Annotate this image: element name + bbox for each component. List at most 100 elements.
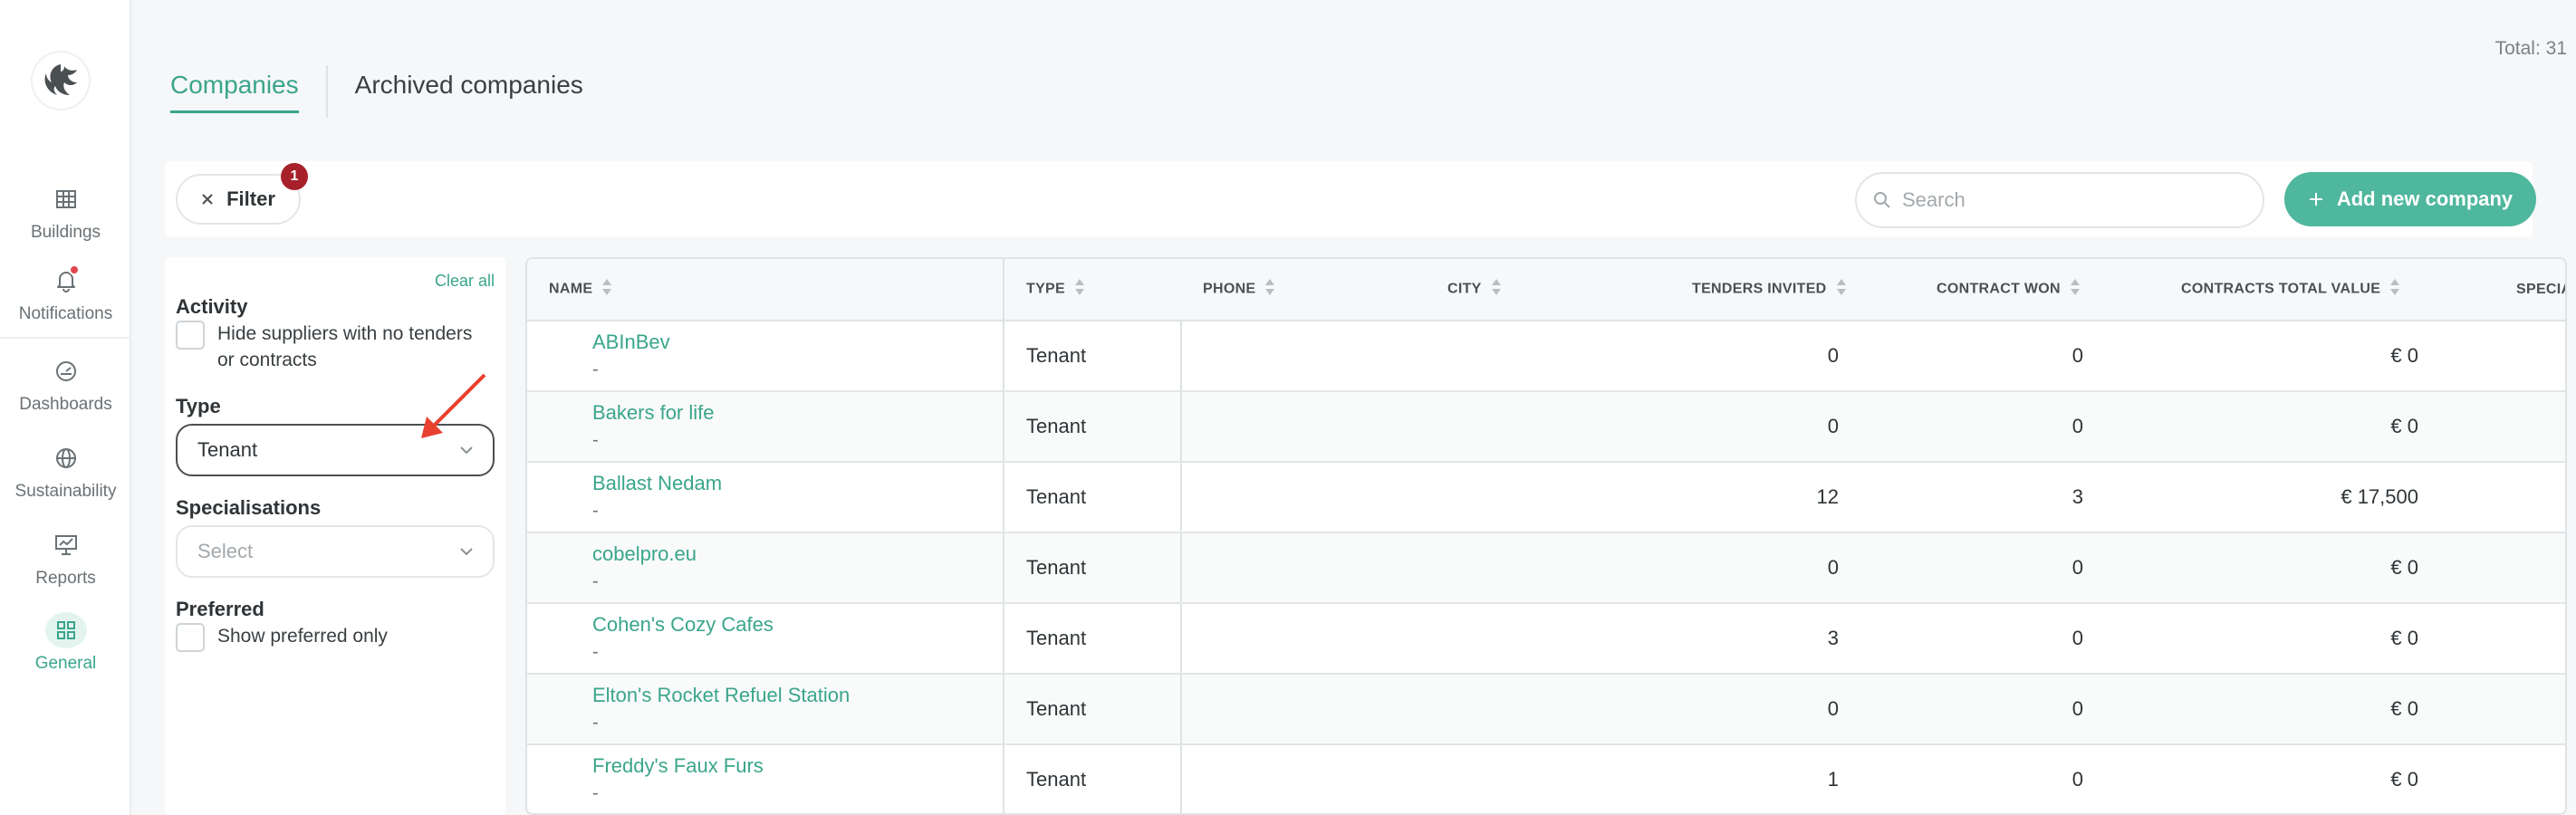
company-name-link[interactable]: Elton's Rocket Refuel Station <box>592 683 1003 708</box>
sort-icon[interactable] <box>1074 277 1085 302</box>
city-cell <box>1426 674 1670 745</box>
contracts-value-cell: € 0 <box>2159 603 2494 675</box>
contract-won-cell: 0 <box>1915 391 2159 463</box>
annotation-arrow-icon <box>421 373 486 438</box>
sidebar-item-sustainability[interactable]: Sustainability <box>0 440 131 502</box>
close-icon[interactable] <box>201 193 214 206</box>
hide-suppliers-checkbox[interactable] <box>176 321 205 350</box>
sidebar-item-reports[interactable]: Reports <box>0 527 131 589</box>
specialisations-cell <box>2494 462 2565 533</box>
name-cell: ABInBev - <box>527 321 1004 392</box>
city-cell <box>1426 391 1670 463</box>
column-header-contract-won[interactable]: CONTRACT WON <box>1915 259 2159 321</box>
sort-icon[interactable] <box>1491 277 1502 302</box>
tenders-invited-cell: 0 <box>1670 391 1915 463</box>
tenders-invited-cell: 1 <box>1670 744 1915 813</box>
sort-icon[interactable] <box>2389 277 2400 302</box>
search-input[interactable] <box>1902 188 2246 212</box>
type-cell: Tenant <box>1004 532 1182 604</box>
sidebar-item-label: Notifications <box>18 304 113 323</box>
company-name-link[interactable]: Cohen's Cozy Cafes <box>592 612 1003 638</box>
phone-cell <box>1181 391 1426 463</box>
contracts-value-cell: € 0 <box>2159 674 2494 745</box>
company-name-link[interactable]: cobelpro.eu <box>592 542 1003 567</box>
phone-cell <box>1181 321 1426 392</box>
company-subtitle: - <box>592 642 599 662</box>
table-header-row: NAME TYPE PHONE CITY TENDERS INVITED CON… <box>527 259 2565 321</box>
contract-won-cell: 0 <box>1915 603 2159 675</box>
search-icon <box>1874 192 1890 208</box>
sort-icon[interactable] <box>1836 277 1847 302</box>
company-name-link[interactable]: ABInBev <box>592 330 1003 355</box>
contracts-value-cell: € 0 <box>2159 391 2494 463</box>
phone-cell <box>1181 462 1426 533</box>
sidebar-item-label: Sustainability <box>14 482 117 501</box>
contracts-value-cell: € 0 <box>2159 321 2494 392</box>
specialisations-cell <box>2494 744 2565 813</box>
search-box[interactable] <box>1855 172 2264 228</box>
table-row[interactable]: cobelpro.eu - Tenant 0 0 € 0 <box>527 532 2565 604</box>
sidebar-item-label: Reports <box>35 569 96 588</box>
tab-bar: Companies Archived companies <box>170 65 583 118</box>
add-company-button[interactable]: Add new company <box>2284 172 2536 226</box>
column-header-name[interactable]: NAME <box>527 259 1004 321</box>
specialisations-cell <box>2494 391 2565 463</box>
buildings-icon <box>45 181 87 217</box>
specialisations-select-placeholder: Select <box>197 540 254 562</box>
sidebar-item-dashboards[interactable]: Dashboards <box>0 353 131 415</box>
tab-archived-companies[interactable]: Archived companies <box>355 71 583 110</box>
sidebar-item-buildings[interactable]: Buildings <box>0 181 131 243</box>
sort-icon[interactable] <box>2070 277 2081 302</box>
specialisations-select[interactable]: Select <box>176 525 495 578</box>
company-subtitle: - <box>592 713 599 733</box>
name-cell: Bakers for life - <box>527 391 1004 463</box>
contracts-value-cell: € 17,500 <box>2159 462 2494 533</box>
preferred-heading: Preferred <box>176 598 264 620</box>
app-logo[interactable] <box>33 53 89 109</box>
contracts-value-cell: € 0 <box>2159 532 2494 604</box>
specialisations-heading: Specialisations <box>176 496 322 519</box>
company-subtitle: - <box>592 501 599 521</box>
filter-panel: Clear all Activity Hide suppliers with n… <box>165 257 505 815</box>
chevron-down-icon <box>460 548 473 556</box>
table-row[interactable]: Bakers for life - Tenant 0 0 € 0 <box>527 391 2565 463</box>
table-row[interactable]: Ballast Nedam - Tenant 12 3 € 17,500 <box>527 462 2565 533</box>
tenders-invited-cell: 0 <box>1670 532 1915 604</box>
globe-icon <box>45 440 87 476</box>
add-company-label: Add new company <box>2336 187 2514 210</box>
type-cell: Tenant <box>1004 603 1182 675</box>
preferred-checkbox-row[interactable]: Show preferred only <box>176 623 388 652</box>
table-row[interactable]: Elton's Rocket Refuel Station - Tenant 0 … <box>527 674 2565 745</box>
table-row[interactable]: Freddy's Faux Furs - Tenant 1 0 € 0 <box>527 744 2565 813</box>
column-header-contracts-total-value[interactable]: CONTRACTS TOTAL VALUE <box>2159 259 2494 321</box>
sidebar-item-general[interactable]: General <box>0 612 131 674</box>
phone-cell <box>1181 532 1426 604</box>
sidebar: Buildings Notifications Dashboards Susta… <box>0 0 131 815</box>
chevron-down-icon <box>460 446 473 455</box>
company-subtitle: - <box>592 360 599 379</box>
activity-checkbox-row[interactable]: Hide suppliers with no tenders or contra… <box>176 321 484 373</box>
company-name-link[interactable]: Bakers for life <box>592 400 1003 426</box>
filter-count-badge: 1 <box>281 163 308 190</box>
column-header-specialisations[interactable]: SPECIA <box>2494 259 2565 321</box>
tab-companies[interactable]: Companies <box>170 71 299 113</box>
company-name-link[interactable]: Ballast Nedam <box>592 471 1003 496</box>
sidebar-item-notifications[interactable]: Notifications <box>0 263 131 324</box>
company-subtitle: - <box>592 571 599 591</box>
table-row[interactable]: ABInBev - Tenant 0 0 € 0 <box>527 321 2565 392</box>
preferred-checkbox[interactable] <box>176 623 205 652</box>
table-row[interactable]: Cohen's Cozy Cafes - Tenant 3 0 € 0 <box>527 603 2565 675</box>
company-name-link[interactable]: Freddy's Faux Furs <box>592 753 1003 779</box>
name-cell: Elton's Rocket Refuel Station - <box>527 674 1004 745</box>
type-cell: Tenant <box>1004 744 1182 813</box>
company-subtitle: - <box>592 430 599 450</box>
activity-heading: Activity <box>176 295 248 318</box>
sort-icon[interactable] <box>1264 277 1275 302</box>
column-header-city[interactable]: CITY <box>1426 259 1670 321</box>
sidebar-divider <box>0 337 131 339</box>
column-header-phone[interactable]: PHONE <box>1181 259 1426 321</box>
clear-all-link[interactable]: Clear all <box>435 272 495 291</box>
column-header-type[interactable]: TYPE <box>1004 259 1181 321</box>
sort-icon[interactable] <box>601 277 612 302</box>
column-header-tenders-invited[interactable]: TENDERS INVITED <box>1670 259 1915 321</box>
